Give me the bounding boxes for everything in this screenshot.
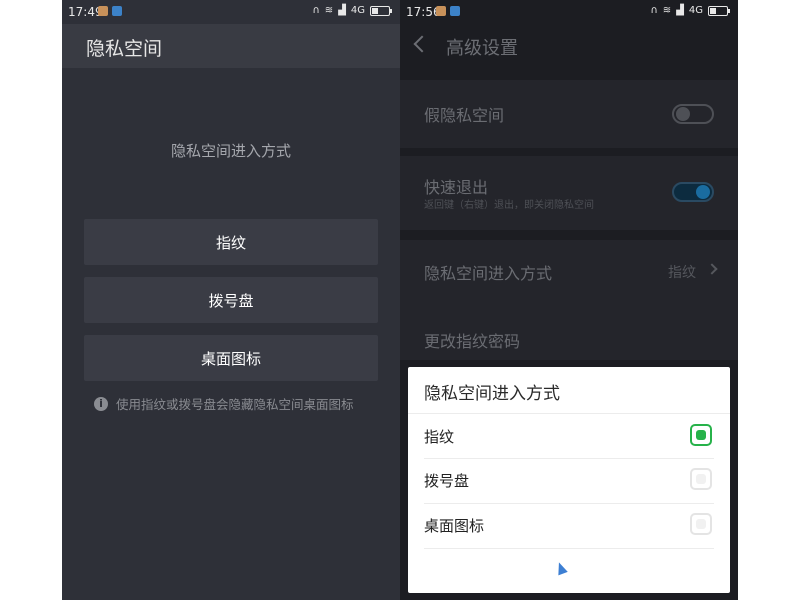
- setting-row-fake-space[interactable]: 假隐私空间: [400, 80, 738, 148]
- dialog-title: 隐私空间进入方式: [424, 384, 560, 404]
- phone-screen-right: 17:56 ∩ ≋ ▟ 4G 高级设置 假隐私空间 快速退出 返回键（右键）退出…: [400, 0, 738, 600]
- radio-unchecked-icon[interactable]: [690, 513, 712, 535]
- back-arrow-icon[interactable]: [413, 35, 431, 53]
- option-label: 桌面图标: [424, 517, 485, 535]
- setting-label: 更改指纹密码: [424, 332, 521, 351]
- dialog-option-fingerprint[interactable]: 指纹: [408, 413, 730, 458]
- setting-label: 快速退出: [424, 178, 489, 197]
- setting-row-quick-quit[interactable]: 快速退出 返回键（右键）退出，即关闭隐私空间: [400, 156, 738, 230]
- dialog-option-desktop-icon[interactable]: 桌面图标: [408, 503, 730, 547]
- status-icons: ∩ ≋ ▟ 4G: [650, 5, 730, 16]
- page-title: 隐私空间: [86, 38, 163, 60]
- fingerprint-button[interactable]: 指纹: [84, 219, 378, 265]
- status-bar: 17:49 ∩ ≋ ▟ 4G: [62, 0, 400, 24]
- battery-icon: [708, 5, 730, 16]
- info-icon: i: [94, 396, 108, 411]
- headphones-icon: ∩: [312, 5, 320, 16]
- entry-mode-dialog: 隐私空间进入方式 指纹 拨号盘 桌面图标: [408, 367, 730, 593]
- option-label: 指纹: [424, 428, 455, 446]
- desktop-icon-button[interactable]: 桌面图标: [84, 335, 378, 381]
- notification-icon: [98, 6, 108, 16]
- chevron-right-icon: [706, 263, 718, 275]
- network-type: 4G: [688, 5, 703, 16]
- status-bar: 17:56 ∩ ≋ ▟ 4G: [400, 0, 738, 24]
- setting-row-entry-mode[interactable]: 隐私空间进入方式 指纹: [400, 240, 738, 300]
- setting-row-change-password[interactable]: 更改指纹密码: [400, 300, 738, 360]
- wifi-icon: ≋: [324, 5, 334, 16]
- notification-icon: [112, 6, 122, 16]
- cursor-icon: [554, 560, 568, 576]
- option-label: 拨号盘: [424, 472, 470, 490]
- radio-unchecked-icon[interactable]: [690, 468, 712, 490]
- notification-icon: [450, 6, 460, 16]
- fake-space-toggle[interactable]: [672, 104, 714, 124]
- setting-description: 返回键（右键）退出，即关闭隐私空间: [424, 200, 594, 211]
- quick-quit-toggle[interactable]: [672, 182, 714, 202]
- entry-mode-heading: 隐私空间进入方式: [170, 142, 291, 160]
- signal-icon: ▟: [676, 5, 684, 16]
- entry-mode-value: 指纹: [668, 265, 696, 281]
- headphones-icon: ∩: [650, 5, 658, 16]
- divider: [424, 548, 714, 549]
- dialpad-button[interactable]: 拨号盘: [84, 277, 378, 323]
- setting-label: 隐私空间进入方式: [424, 264, 553, 283]
- info-note-text: 使用指纹或拨号盘会隐藏隐私空间桌面图标: [116, 397, 354, 412]
- phone-screen-left: 17:49 ∩ ≋ ▟ 4G 隐私空间 隐私空间进入方式 指纹 拨号盘 桌面图标…: [62, 0, 400, 600]
- radio-checked-icon[interactable]: [690, 424, 712, 446]
- signal-icon: ▟: [338, 5, 346, 16]
- setting-label: 假隐私空间: [424, 106, 505, 125]
- page-title: 高级设置: [446, 38, 518, 59]
- notification-icon: [436, 6, 446, 16]
- battery-icon: [370, 5, 392, 16]
- title-bar: 隐私空间: [62, 24, 400, 68]
- network-type: 4G: [350, 5, 365, 16]
- status-icons: ∩ ≋ ▟ 4G: [312, 5, 392, 16]
- title-bar: 高级设置: [400, 24, 738, 68]
- dialog-option-dialpad[interactable]: 拨号盘: [408, 458, 730, 502]
- wifi-icon: ≋: [662, 5, 672, 16]
- info-note: i 使用指纹或拨号盘会隐藏隐私空间桌面图标: [94, 394, 354, 413]
